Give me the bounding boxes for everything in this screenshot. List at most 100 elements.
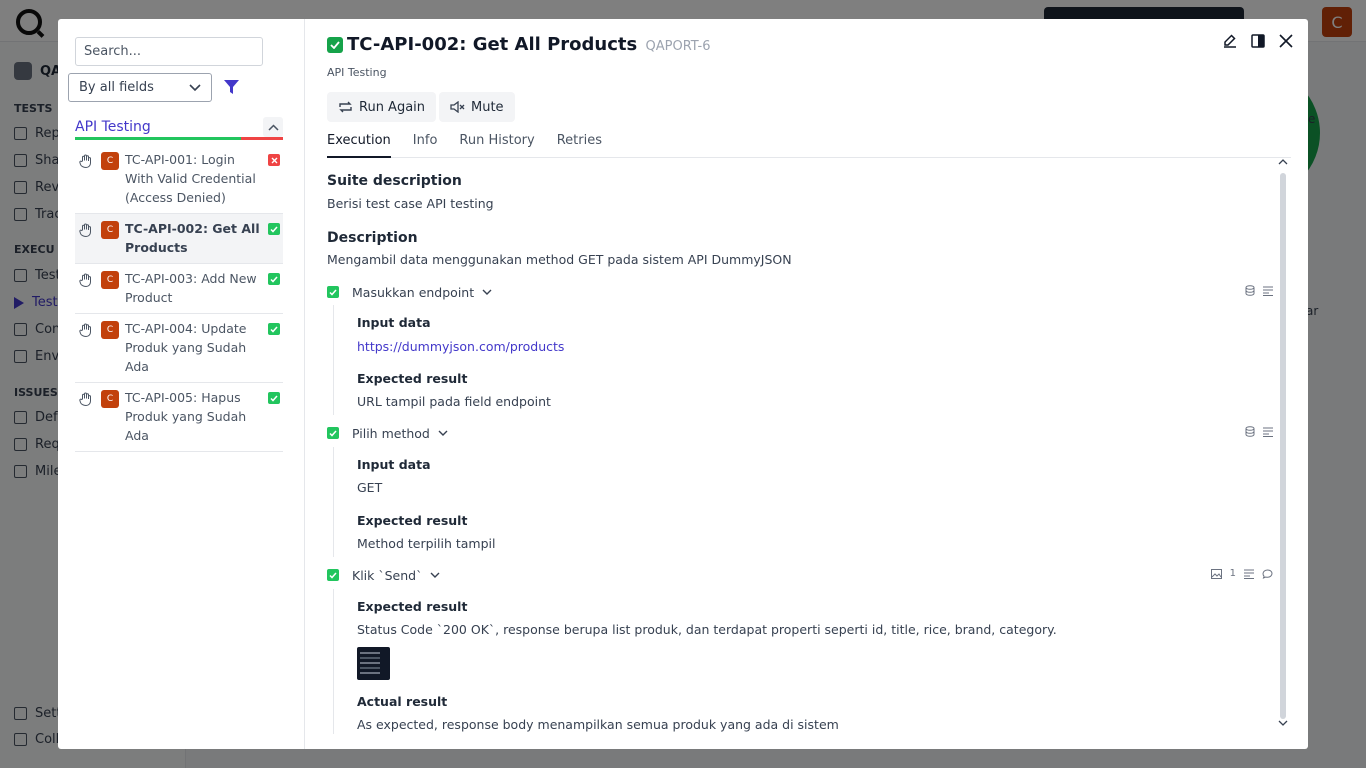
test-run-modal: By all fields API Testing C TC-API-001: L… [58, 19, 1308, 749]
description-heading: Description [327, 230, 418, 246]
filter-field-value: By all fields [79, 80, 154, 95]
step-actions: 1 [1210, 568, 1273, 579]
expected-result-text: Status Code `200 OK`, response berupa li… [357, 622, 1057, 637]
image-icon [1210, 568, 1222, 579]
step-row[interactable]: Masukkan endpoint [327, 282, 1277, 302]
status-passed-icon [268, 273, 280, 285]
progress-failed [241, 137, 283, 140]
suite-description-text: Berisi test case API testing [327, 196, 494, 211]
description-text: Mengambil data menggunakan method GET pa… [327, 252, 792, 267]
priority-badge: C [101, 321, 119, 339]
case-list-item[interactable]: C TC-API-001: Login With Valid Credential… [75, 145, 283, 214]
drag-handle-icon[interactable] [75, 219, 97, 237]
step-body: Input data https://dummyjson.com/product… [333, 305, 1277, 415]
scrollbar[interactable] [1280, 173, 1286, 719]
text-lines-icon [1263, 427, 1273, 437]
chevron-down-icon [482, 289, 492, 295]
input-data-label: Input data [357, 457, 431, 472]
drag-handle-icon[interactable] [75, 150, 97, 168]
status-passed-icon [327, 37, 343, 53]
status-passed-icon [268, 223, 280, 235]
tab-execution[interactable]: Execution [327, 130, 391, 158]
split-view-icon[interactable] [1250, 33, 1266, 49]
chevron-up-icon [267, 123, 279, 131]
mute-button[interactable]: Mute [439, 92, 515, 122]
status-failed-icon [268, 154, 280, 166]
drag-handle-icon[interactable] [75, 388, 97, 406]
priority-badge: C [101, 221, 119, 239]
run-again-button[interactable]: Run Again [327, 92, 437, 122]
step-name: Pilih method [352, 425, 430, 441]
suite-description-heading: Suite description [327, 173, 462, 189]
step-row[interactable]: Klik `Send` 1 [327, 565, 1277, 585]
case-name: TC-API-003: Add New Product [125, 271, 257, 305]
tab-retries[interactable]: Retries [557, 130, 602, 158]
step-actions [1245, 285, 1273, 296]
case-name: TC-API-004: Update Produk yang Sudah Ada [125, 321, 247, 374]
step-name: Klik `Send` [352, 567, 423, 583]
database-icon [1245, 426, 1255, 437]
input-data-label: Input data [357, 315, 431, 330]
suite-title: API Testing [75, 119, 151, 135]
step-body: Expected result Status Code `200 OK`, re… [333, 589, 1277, 734]
case-detail-panel: TC-API-002: Get All Products QAPORT-6 AP… [305, 19, 1308, 749]
close-icon[interactable] [1278, 33, 1294, 49]
expected-result-text: URL tampil pada field endpoint [357, 394, 551, 409]
detail-tabs: Execution Info Run History Retries [327, 130, 1291, 158]
filter-icon[interactable] [224, 80, 239, 94]
database-icon [1245, 285, 1255, 296]
case-suite-label: API Testing [327, 66, 387, 79]
priority-badge: C [101, 390, 119, 408]
chevron-down-icon [438, 430, 448, 436]
drag-handle-icon[interactable] [75, 319, 97, 337]
case-list: C TC-API-001: Login With Valid Credential… [75, 145, 283, 452]
text-lines-icon [1244, 569, 1254, 579]
search-input[interactable] [75, 37, 263, 66]
actual-result-label: Actual result [357, 694, 448, 709]
edit-icon[interactable] [1222, 33, 1238, 49]
case-list-item[interactable]: C TC-API-004: Update Produk yang Sudah Ad… [75, 314, 283, 383]
step-actions [1245, 426, 1273, 437]
attachment-count: 1 [1229, 568, 1236, 579]
collapse-button[interactable] [263, 117, 283, 137]
scroll-down-icon[interactable] [1278, 720, 1288, 727]
step-row[interactable]: Pilih method [327, 423, 1277, 443]
step-name: Masukkan endpoint [352, 284, 475, 300]
chevron-down-icon [430, 572, 440, 578]
expected-result-text: Method terpilih tampil [357, 536, 496, 551]
priority-badge: C [101, 271, 119, 289]
input-data-text: GET [357, 480, 383, 495]
expected-result-label: Expected result [357, 371, 468, 386]
filter-field-select[interactable]: By all fields [68, 73, 212, 102]
case-list-item[interactable]: C TC-API-002: Get All Products [75, 214, 283, 264]
suite-progress-bar [75, 137, 283, 140]
case-list-panel: By all fields API Testing C TC-API-001: L… [58, 19, 305, 749]
comment-icon [1262, 568, 1273, 579]
text-lines-icon [1263, 286, 1273, 296]
case-name: TC-API-005: Hapus Produk yang Sudah Ada [125, 390, 247, 443]
case-list-item[interactable]: C TC-API-003: Add New Product [75, 264, 283, 314]
priority-badge: C [101, 152, 119, 170]
expected-result-label: Expected result [357, 513, 468, 528]
header-actions [1222, 33, 1294, 49]
progress-passed [75, 137, 242, 140]
case-key[interactable]: QAPORT-6 [646, 39, 711, 54]
drag-handle-icon[interactable] [75, 269, 97, 287]
step-body: Input data GET Expected result Method te… [333, 447, 1277, 557]
tab-run-history[interactable]: Run History [459, 130, 534, 158]
step-passed-icon[interactable] [327, 427, 339, 439]
tab-info[interactable]: Info [413, 130, 438, 158]
chevron-down-icon [189, 83, 201, 92]
attachment-thumbnail[interactable] [357, 647, 390, 680]
status-passed-icon [268, 392, 280, 404]
case-title: TC-API-002: Get All Products QAPORT-6 [347, 34, 711, 55]
repeat-icon [339, 101, 352, 113]
case-name: TC-API-002: Get All Products [125, 221, 260, 255]
input-data-link[interactable]: https://dummyjson.com/products [357, 339, 564, 354]
case-list-item[interactable]: C TC-API-005: Hapus Produk yang Sudah Ada [75, 383, 283, 452]
step-passed-icon[interactable] [327, 286, 339, 298]
case-title-text: TC-API-002: Get All Products [347, 34, 638, 55]
scroll-up-icon[interactable] [1278, 158, 1288, 165]
step-passed-icon[interactable] [327, 569, 339, 581]
mute-icon [450, 101, 465, 113]
